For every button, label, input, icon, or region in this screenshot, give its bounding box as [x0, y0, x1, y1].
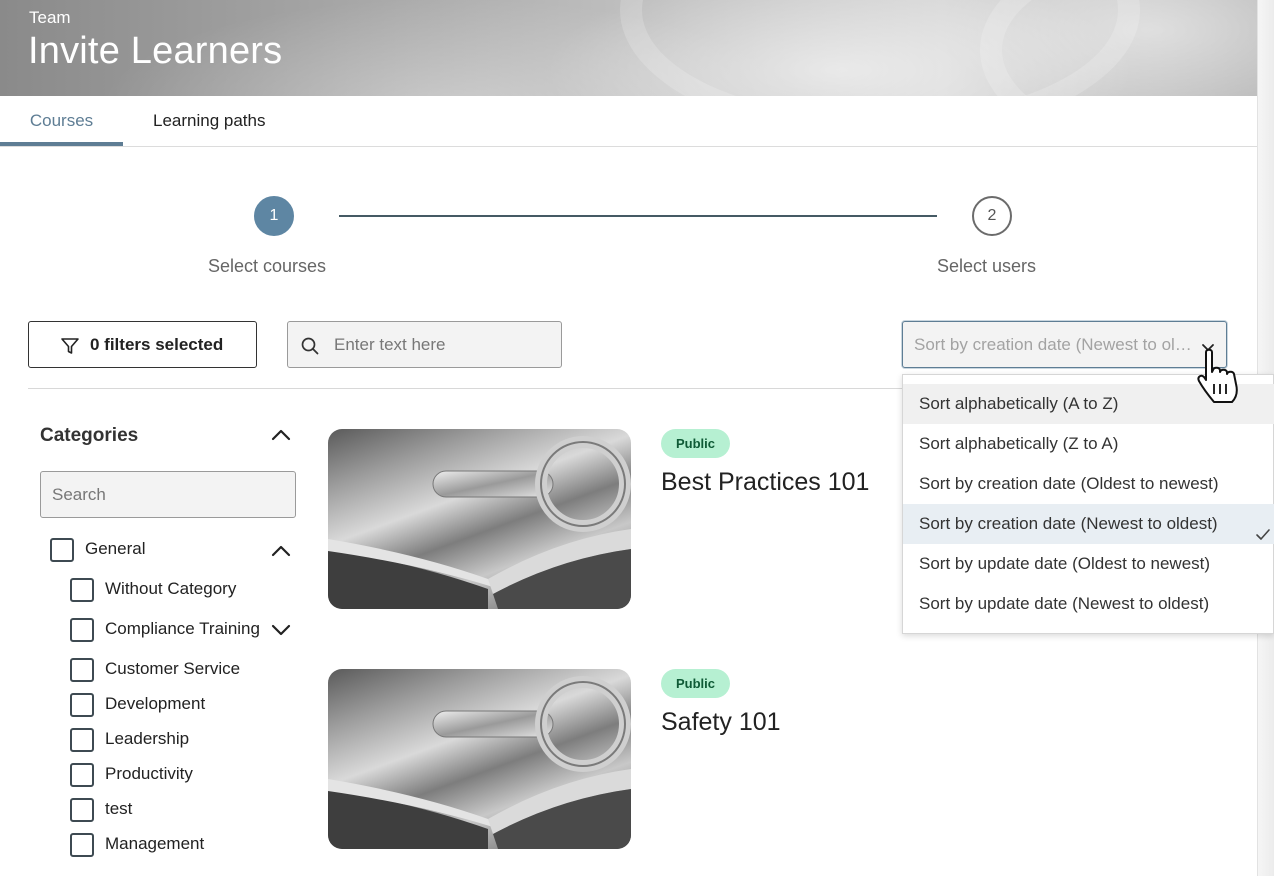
category-label: Customer Service: [105, 659, 241, 678]
banner-swirl: [980, 0, 1257, 96]
tab-learning-paths[interactable]: Learning paths: [153, 96, 265, 146]
category-search: [40, 471, 296, 518]
category-checkbox[interactable]: [50, 538, 74, 562]
category-label: Productivity: [105, 764, 193, 783]
course-title[interactable]: Safety 101: [661, 708, 781, 737]
category-item: test: [70, 798, 300, 824]
category-label: Compliance Training: [105, 619, 260, 638]
sort-menu: Sort alphabetically (A to Z) Sort alphab…: [902, 374, 1274, 634]
category-item: Compliance Training: [70, 618, 300, 644]
visibility-badge: Public: [661, 669, 731, 698]
search-icon: [300, 336, 320, 361]
toolbar-divider: [28, 388, 908, 389]
sort-option-selected[interactable]: Sort by creation date (Newest to oldest): [903, 504, 1274, 544]
categories-heading: Categories: [40, 425, 139, 446]
course-thumbnail[interactable]: [328, 669, 631, 849]
course-search: [287, 321, 562, 368]
category-item: Management: [70, 833, 300, 859]
category-item: Leadership: [70, 728, 300, 754]
sort-select[interactable]: Sort by creation date (Newest to oldest): [902, 321, 1227, 368]
sort-option-label: Sort by creation date (Newest to oldest): [919, 514, 1218, 533]
course-thumbnail[interactable]: [328, 429, 631, 609]
category-checkbox[interactable]: [70, 658, 94, 682]
course-search-input[interactable]: [334, 332, 549, 358]
step-2-label: Select users: [937, 256, 1037, 276]
category-checkbox[interactable]: [70, 833, 94, 857]
page-subtitle: Team: [29, 8, 71, 27]
visibility-badge: Public: [661, 429, 731, 458]
category-checkbox[interactable]: [70, 763, 94, 787]
sort-select-value: Sort by creation date (Newest to oldest): [914, 335, 1196, 354]
category-label: General: [85, 539, 146, 558]
sort-option[interactable]: Sort by update date (Newest to oldest): [903, 584, 1274, 624]
category-item: Customer Service: [70, 658, 300, 684]
filters-button-label: 0 filters selected: [90, 335, 224, 354]
page-title: Invite Learners: [28, 30, 283, 72]
chevron-up-icon[interactable]: [270, 427, 292, 448]
category-checkbox[interactable]: [70, 578, 94, 602]
category-item: Without Category: [70, 578, 300, 604]
sort-option[interactable]: Sort by update date (Oldest to newest): [903, 544, 1274, 584]
step-1-circle: 1: [254, 196, 294, 236]
filter-icon: [60, 336, 80, 361]
category-checkbox[interactable]: [70, 693, 94, 717]
filters-button[interactable]: 0 filters selected: [28, 321, 257, 368]
category-label: Leadership: [105, 729, 190, 748]
tab-bar: Courses Learning paths: [0, 96, 1257, 147]
chevron-down-icon[interactable]: [270, 622, 292, 643]
step-1-label: Select courses: [208, 256, 327, 276]
sort-option[interactable]: Sort alphabetically (Z to A): [903, 424, 1274, 464]
category-checkbox[interactable]: [70, 618, 94, 642]
category-item-general: General: [50, 538, 300, 564]
category-checkbox[interactable]: [70, 798, 94, 822]
tab-courses[interactable]: Courses: [0, 96, 123, 146]
hand-pointer-cursor-icon: [1192, 348, 1248, 406]
header-banner: Team Invite Learners: [0, 0, 1257, 96]
category-label: Management: [105, 834, 205, 853]
category-search-input[interactable]: [52, 482, 282, 508]
category-label: Without Category: [105, 579, 237, 598]
category-item: Development: [70, 693, 300, 719]
chevron-up-icon[interactable]: [270, 543, 292, 564]
stepper-connector: [339, 215, 937, 217]
category-checkbox[interactable]: [70, 728, 94, 752]
course-title[interactable]: Best Practices 101: [661, 468, 869, 497]
category-label: Development: [105, 694, 206, 713]
sort-option[interactable]: Sort by creation date (Oldest to newest): [903, 464, 1274, 504]
step-2-circle: 2: [972, 196, 1012, 236]
category-item: Productivity: [70, 763, 300, 789]
category-label: test: [105, 799, 133, 818]
